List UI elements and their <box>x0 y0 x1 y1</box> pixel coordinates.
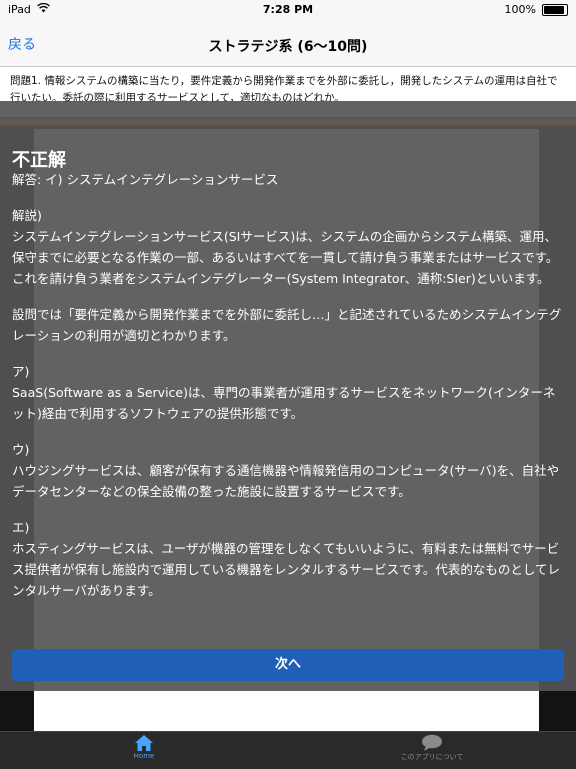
battery-percent: 100% <box>504 3 536 16</box>
tab-about[interactable]: このアプリについて <box>288 734 576 762</box>
correct-answer: 解答: イ) システムインテグレーションサービス <box>12 172 279 187</box>
speech-bubble-icon <box>288 734 576 752</box>
explanation-paragraph: 解説) システムインテグレーションサービス(SIサービス)は、システムの企画から… <box>12 208 559 286</box>
status-right: 100% <box>505 3 568 16</box>
result-overlay: 不正解 解答: イ) システムインテグレーションサービス 解説) システムインテ… <box>0 101 576 691</box>
home-icon <box>0 734 288 752</box>
navigation-bar: 戻る ストラテジ系 (6〜10問) <box>0 18 576 67</box>
next-button[interactable]: 次へ <box>12 649 564 681</box>
tab-bar: Home このアプリについて <box>0 731 576 769</box>
page-title: ストラテジ系 (6〜10問) <box>208 39 368 55</box>
explanation-paragraph: ウ) ハウジングサービスは、顧客が保有する通信機器や情報発信用のコンピュータ(サ… <box>12 442 560 499</box>
explanation-paragraph: エ) ホスティングサービスは、ユーザが機器の管理をしなくてもいいように、有料また… <box>12 520 561 598</box>
explanation: 解説) システムインテグレーションサービス(SIサービス)は、システムの企画から… <box>12 205 564 616</box>
explanation-paragraph: 設問では「要件定義から開発作業までを外部に委託し…」と記述されているためシステム… <box>12 307 562 343</box>
status-bar: iPad 7:28 PM 100% <box>0 0 576 18</box>
tab-home[interactable]: Home <box>0 734 288 760</box>
explanation-paragraph: ア) SaaS(Software as a Service)は、専門の事業者が運… <box>12 364 556 421</box>
tab-label: このアプリについて <box>400 753 464 761</box>
battery-icon <box>542 3 568 16</box>
status-time: 7:28 PM <box>262 3 314 16</box>
tab-label: Home <box>133 752 155 760</box>
quiz-page: 問題1. 情報システムの構築に当たり，要件定義から開発作業までを外部に委託し，開… <box>0 67 576 731</box>
